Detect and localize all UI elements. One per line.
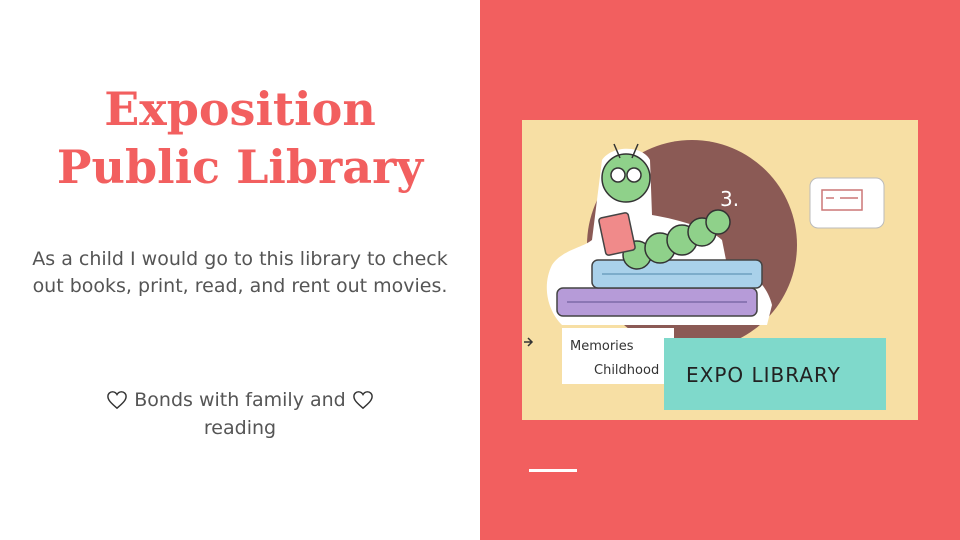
library-card-sticker (809, 177, 885, 229)
memories-label-2: Childhood (594, 363, 659, 378)
decorative-underline (529, 469, 577, 472)
heart-icon (352, 391, 373, 410)
slide-title: Exposition Public Library (30, 80, 450, 196)
heart-icon (107, 391, 128, 410)
title-line-1: Exposition (104, 82, 376, 136)
bonds-text: Bonds with family and reading (50, 386, 430, 442)
bonds-label-2: reading (203, 417, 277, 439)
memories-label-1: Memories (570, 339, 634, 354)
left-panel: Exposition Public Library As a child I w… (0, 0, 480, 540)
sign-label: EXPO LIBRARY (686, 363, 841, 387)
arrow-mark (524, 337, 534, 347)
number-label: 3. (720, 187, 739, 211)
collage-illustration: 3. Memories Childhood EXPO LIBRARY (524, 140, 886, 410)
bonds-label: Bonds with family and (134, 389, 346, 411)
title-line-2: Public Library (56, 140, 424, 194)
description-text: As a child I would go to this library to… (32, 248, 448, 297)
library-collage-photo: 3. Memories Childhood EXPO LIBRARY (522, 120, 918, 420)
